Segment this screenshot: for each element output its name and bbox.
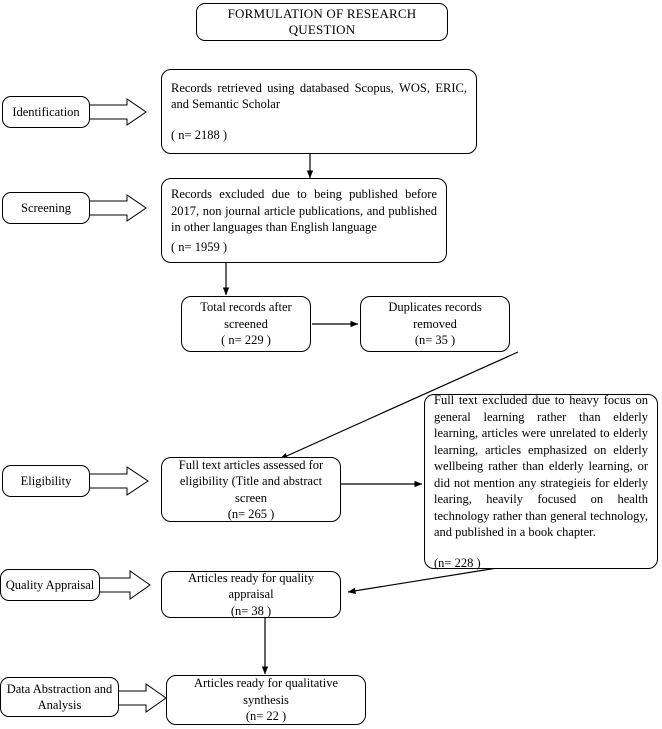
node-ready-qualitative-synthesis-text: Articles ready for qualitative synthesis	[193, 676, 339, 707]
stage-label-identification[interactable]: Identification	[2, 96, 90, 128]
stage-label-identification-text: Identification	[12, 104, 80, 119]
block-arrow-quality-appraisal	[98, 570, 151, 600]
stage-label-eligibility[interactable]: Eligibility	[2, 465, 90, 497]
node-total-records-after-screened: Total records after screened ( n= 229 )	[181, 296, 311, 352]
stage-label-data-abstraction-text: Data Abstraction and Analysis	[6, 681, 113, 712]
node-full-text-assessed-line2: eligibility (Title and abstract screen	[179, 474, 323, 505]
node-records-excluded-text: Records excluded due to being published …	[171, 187, 437, 234]
node-records-retrieved-text: Records retrieved using databased Scopus…	[171, 80, 467, 112]
stage-label-quality-appraisal-text: Quality Appraisal	[5, 577, 95, 592]
stage-label-eligibility-text: Eligibility	[20, 473, 72, 488]
node-ready-qualitative-synthesis: Articles ready for qualitative synthesis…	[166, 675, 366, 725]
prisma-flow-diagram: FORMULATION OF RESEARCH QUESTION Identif…	[0, 0, 662, 729]
stage-label-data-abstraction[interactable]: Data Abstraction and Analysis	[0, 677, 119, 717]
node-duplicates-removed-text: Duplicates records removed	[388, 300, 482, 331]
stage-label-screening-text: Screening	[21, 200, 71, 215]
node-full-text-excluded: Full text excluded due to heavy focus on…	[424, 393, 658, 570]
node-total-records-line1: Total records after	[200, 300, 292, 315]
connector-excluded-to-appraisal	[347, 567, 498, 594]
node-total-records-count: ( n= 229 )	[221, 333, 271, 348]
node-full-text-excluded-count: (n= 228 )	[434, 555, 481, 570]
node-full-text-assessed-line1: Full text articles assessed for	[178, 457, 324, 472]
diagram-title-box: FORMULATION OF RESEARCH QUESTION	[196, 3, 448, 41]
block-arrow-identification	[88, 98, 147, 126]
node-records-retrieved-count: ( n= 2188 )	[171, 127, 227, 142]
node-total-records-line2: screened	[224, 316, 268, 331]
stage-label-quality-appraisal[interactable]: Quality Appraisal	[0, 569, 100, 601]
block-arrow-eligibility	[88, 466, 149, 496]
block-arrow-screening	[88, 194, 147, 222]
node-full-text-excluded-text: Full text excluded due to heavy focus on…	[434, 393, 648, 539]
stage-label-screening[interactable]: Screening	[2, 192, 90, 224]
node-full-text-assessed: Full text articles assessed for eligibil…	[161, 457, 341, 522]
block-arrow-data-abstraction	[117, 683, 167, 713]
node-duplicates-removed-count: (n= 35 )	[414, 333, 456, 348]
node-full-text-assessed-count: (n= 265 )	[227, 507, 275, 521]
node-records-excluded: Records excluded due to being published …	[161, 178, 447, 263]
node-ready-qualitative-synthesis-count: (n= 22 )	[245, 709, 287, 724]
node-ready-quality-appraisal-count: (n= 38 )	[230, 603, 272, 618]
node-ready-quality-appraisal-text: Articles ready for quality appraisal	[188, 570, 314, 602]
node-records-excluded-count: ( n= 1959 )	[171, 239, 227, 254]
node-ready-quality-appraisal: Articles ready for quality appraisal (n=…	[161, 571, 341, 618]
node-records-retrieved: Records retrieved using databased Scopus…	[161, 69, 477, 154]
diagram-title: FORMULATION OF RESEARCH QUESTION	[227, 6, 417, 37]
node-duplicates-removed: Duplicates records removed (n= 35 )	[360, 296, 510, 352]
